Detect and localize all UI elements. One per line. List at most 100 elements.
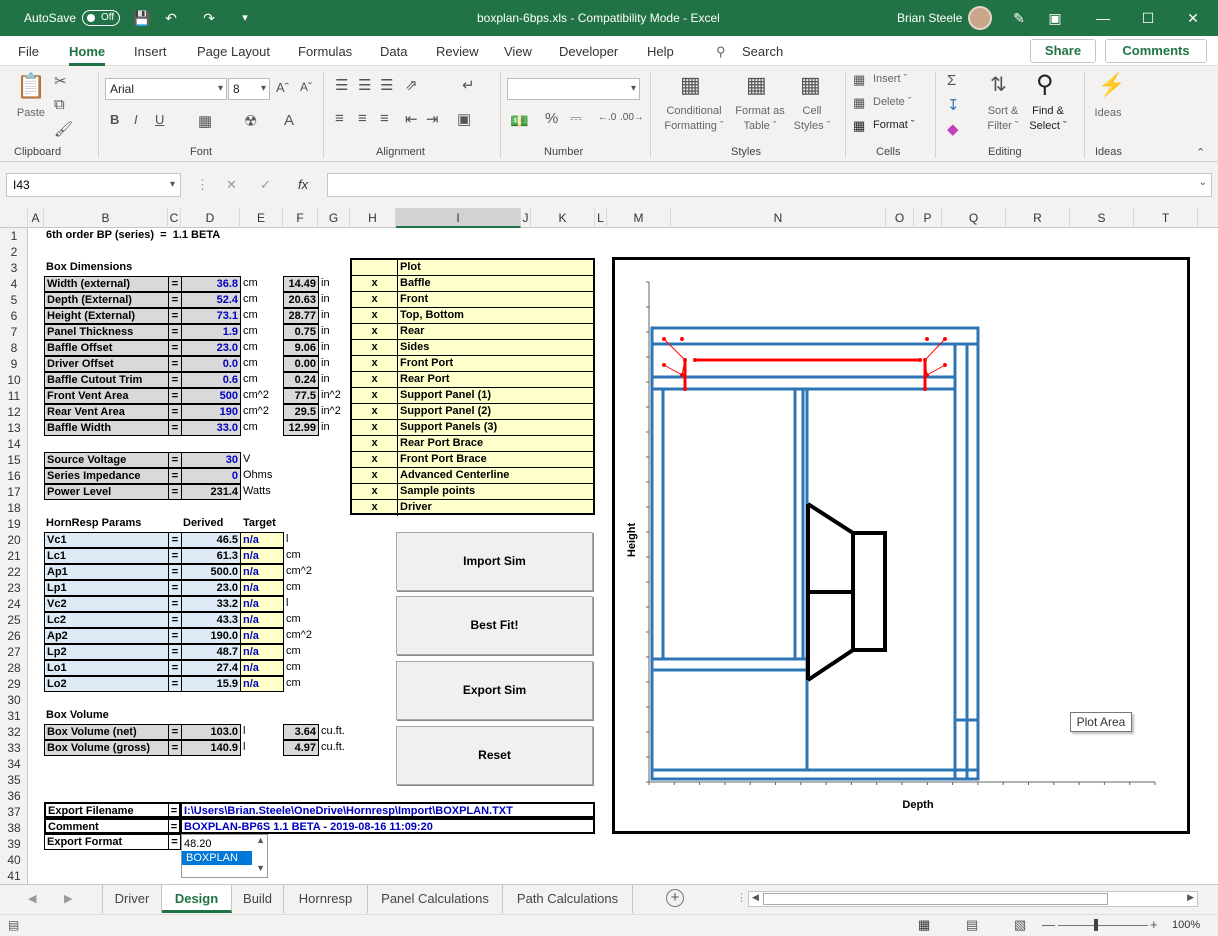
paste-icon[interactable]: 📋	[16, 72, 46, 102]
dim-value[interactable]: 33.0	[181, 420, 241, 436]
worksheet-grid[interactable]: 6th order BP (series) = 1.1 BETA Box Dim…	[28, 228, 1218, 884]
plot-option-mark[interactable]: x	[352, 276, 398, 292]
save-icon[interactable]: 💾	[133, 9, 151, 27]
align-center-icon[interactable]: ≡	[358, 110, 367, 127]
row-header[interactable]: 29	[0, 676, 28, 692]
borders-icon[interactable]: ▦	[198, 112, 212, 130]
row-header[interactable]: 17	[0, 484, 28, 500]
row-header[interactable]: 4	[0, 276, 28, 292]
zoom-slider[interactable]	[1058, 925, 1148, 926]
font-size-combo[interactable]: 8	[228, 78, 270, 100]
copy-icon[interactable]: ⧉	[54, 96, 65, 113]
col-header-i[interactable]: I	[396, 208, 521, 228]
fill-icon[interactable]: ↧	[947, 96, 960, 114]
cut-icon[interactable]: ✂	[54, 72, 67, 90]
row-header[interactable]: 8	[0, 340, 28, 356]
param-target[interactable]: n/a	[240, 564, 284, 580]
param-target[interactable]: n/a	[240, 532, 284, 548]
param-target[interactable]: n/a	[240, 644, 284, 660]
col-header-e[interactable]: E	[240, 208, 283, 228]
row-header[interactable]: 2	[0, 244, 28, 260]
row-header[interactable]: 18	[0, 500, 28, 516]
fill-color-icon[interactable]: ☢	[244, 112, 257, 130]
search-box[interactable]: Search	[742, 44, 783, 59]
paste-button[interactable]: Paste	[16, 106, 46, 121]
tab-data[interactable]: Data	[380, 44, 407, 59]
row-header[interactable]: 36	[0, 788, 28, 804]
tab-hornresp[interactable]: Hornresp	[284, 885, 368, 913]
zoom-in-icon[interactable]: +	[1150, 917, 1158, 932]
zoom-out-icon[interactable]: —	[1042, 917, 1055, 932]
scroll-down-icon[interactable]: ▼	[256, 863, 265, 873]
import-sim-button[interactable]: Import Sim	[396, 532, 593, 591]
param-target[interactable]: n/a	[240, 660, 284, 676]
col-header-n[interactable]: N	[671, 208, 886, 228]
col-header-g[interactable]: G	[318, 208, 350, 228]
elec-value[interactable]: 0	[181, 468, 241, 484]
row-header[interactable]: 24	[0, 596, 28, 612]
select-all-corner[interactable]	[0, 208, 28, 228]
row-header[interactable]: 33	[0, 740, 28, 756]
col-header-m[interactable]: M	[607, 208, 671, 228]
top-align-icon[interactable]: ☰	[335, 76, 348, 94]
delete-cells-button[interactable]: Delete ˇ	[873, 95, 912, 110]
prev-sheet-icon[interactable]: ◀	[28, 892, 36, 905]
comment-value[interactable]: BOXPLAN-BP6S 1.1 BETA - 2019-08-16 11:09…	[180, 818, 595, 834]
scroll-right-icon[interactable]: ▶	[1187, 892, 1194, 903]
row-header[interactable]: 15	[0, 452, 28, 468]
plot-option-mark[interactable]: x	[352, 420, 398, 436]
tab-build[interactable]: Build	[232, 885, 284, 913]
ideas-button[interactable]: Ideas	[1092, 106, 1124, 121]
dim-value[interactable]: 52.4	[181, 292, 241, 308]
row-header[interactable]: 39	[0, 836, 28, 852]
tab-driver[interactable]: Driver	[102, 885, 162, 913]
autosave-toggle[interactable]: Off	[82, 10, 120, 26]
middle-align-icon[interactable]: ☰	[358, 76, 371, 94]
param-target[interactable]: n/a	[240, 628, 284, 644]
reset-button[interactable]: Reset	[396, 726, 593, 785]
share-button[interactable]: Share	[1030, 39, 1096, 63]
col-header-c[interactable]: C	[168, 208, 181, 228]
plot-option-mark[interactable]: x	[352, 500, 398, 516]
row-header[interactable]: 41	[0, 868, 28, 884]
tab-review[interactable]: Review	[436, 44, 479, 59]
plot-option-mark[interactable]: x	[352, 340, 398, 356]
increase-indent-icon[interactable]: ⇥	[426, 110, 439, 128]
row-header[interactable]: 11	[0, 388, 28, 404]
insert-cells-button[interactable]: Insert ˇ	[873, 72, 907, 87]
col-header-l[interactable]: L	[595, 208, 607, 228]
scroll-thumb[interactable]	[763, 893, 1108, 905]
chevron-down-icon[interactable]: ▾	[170, 174, 175, 196]
list-item-selected[interactable]: BOXPLAN	[182, 851, 252, 865]
format-as-table-button[interactable]: Format as Table ˇ	[732, 104, 788, 134]
cancel-icon[interactable]: ✕	[226, 177, 237, 193]
col-header-r[interactable]: R	[1006, 208, 1070, 228]
param-target[interactable]: n/a	[240, 596, 284, 612]
format-painter-icon[interactable]: 🖌	[54, 120, 73, 138]
row-header[interactable]: 32	[0, 724, 28, 740]
formula-input[interactable]: ⌄	[327, 173, 1212, 197]
clear-icon[interactable]: ◆	[947, 120, 959, 138]
row-header[interactable]: 22	[0, 564, 28, 580]
param-target[interactable]: n/a	[240, 580, 284, 596]
tab-home[interactable]: Home	[69, 44, 106, 66]
row-header[interactable]: 28	[0, 660, 28, 676]
plot-option-mark[interactable]: x	[352, 452, 398, 468]
dim-value[interactable]: 73.1	[181, 308, 241, 324]
row-header[interactable]: 21	[0, 548, 28, 564]
search-icon[interactable]: ⚲	[716, 44, 726, 60]
macro-record-icon[interactable]: ▤	[8, 918, 19, 932]
decrease-decimal-icon[interactable]: .00→	[620, 112, 644, 123]
row-header[interactable]: 13	[0, 420, 28, 436]
orientation-icon[interactable]: ⇗	[405, 76, 418, 94]
col-header-p[interactable]: P	[914, 208, 942, 228]
col-header-s[interactable]: S	[1070, 208, 1134, 228]
tab-path-calculations[interactable]: Path Calculations	[503, 885, 633, 913]
cell-styles-icon[interactable]: ▦	[800, 72, 821, 98]
accounting-icon[interactable]: 💵	[510, 112, 529, 130]
list-item[interactable]: 48.20	[184, 837, 252, 851]
next-sheet-icon[interactable]: ▶	[64, 892, 72, 905]
page-break-view-icon[interactable]: ▧	[1014, 917, 1026, 933]
row-header[interactable]: 19	[0, 516, 28, 532]
pen-icon[interactable]: ✎	[1010, 9, 1028, 27]
